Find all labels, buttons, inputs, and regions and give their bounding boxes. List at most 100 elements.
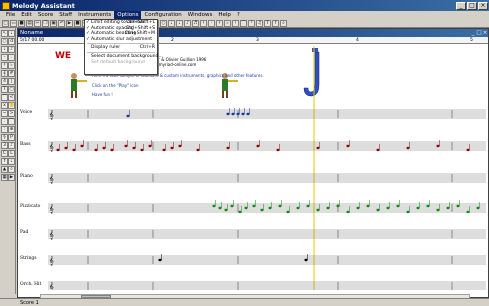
quarter-tool-icon[interactable]: ♩ bbox=[1, 46, 8, 53]
options-menu-item[interactable]: ✓ Automatic slur adjustment bbox=[85, 37, 157, 43]
note-icon[interactable] bbox=[426, 204, 430, 208]
fermata-tool-icon[interactable]: ⌒ bbox=[8, 118, 15, 125]
note-icon[interactable] bbox=[260, 208, 264, 212]
note-icon[interactable] bbox=[316, 208, 320, 212]
half-tool-icon[interactable]: d bbox=[8, 38, 15, 45]
note-icon[interactable] bbox=[346, 210, 350, 214]
dynamic-tool-icon[interactable]: f bbox=[1, 158, 8, 165]
note-icon[interactable] bbox=[140, 148, 144, 152]
note-icon[interactable] bbox=[466, 210, 470, 214]
note-icon[interactable] bbox=[196, 148, 200, 152]
chord-tool-icon[interactable]: C bbox=[1, 150, 8, 157]
note-icon[interactable] bbox=[466, 148, 470, 152]
note-icon[interactable] bbox=[231, 112, 235, 116]
menu-help[interactable]: Help bbox=[215, 11, 234, 19]
whole-note-icon[interactable]: ○ bbox=[160, 19, 167, 27]
note-icon[interactable] bbox=[170, 146, 174, 150]
natural-icon[interactable]: ♮ bbox=[232, 19, 239, 27]
triplet-icon[interactable]: ³ bbox=[248, 19, 255, 27]
note-icon[interactable] bbox=[252, 204, 256, 208]
score-canvas[interactable]: WE Didier & Olivier Guillion 1996 www.my… bbox=[18, 44, 488, 290]
note-icon[interactable] bbox=[64, 146, 68, 150]
menu-configuration[interactable]: Configuration bbox=[141, 11, 184, 19]
note-icon[interactable] bbox=[356, 206, 360, 210]
minimize-icon[interactable]: _ bbox=[456, 1, 466, 10]
key-tool-icon[interactable]: # bbox=[8, 70, 15, 77]
marker-tool-icon[interactable]: ▲ bbox=[1, 166, 8, 173]
open-icon[interactable]: ▭ bbox=[10, 19, 17, 27]
note-icon[interactable] bbox=[162, 148, 166, 152]
note-icon[interactable] bbox=[226, 146, 230, 150]
note-icon[interactable] bbox=[278, 204, 282, 208]
note-icon[interactable] bbox=[456, 204, 460, 208]
new-icon[interactable]: □ bbox=[2, 19, 9, 27]
note-icon[interactable] bbox=[132, 146, 136, 150]
note-icon[interactable] bbox=[244, 206, 248, 210]
dot-icon[interactable]: · bbox=[208, 19, 215, 27]
note-icon[interactable] bbox=[110, 148, 114, 152]
coda-tool-icon[interactable]: ⊕ bbox=[8, 126, 15, 133]
staff-voice[interactable]: Voice 𝄞 bbox=[19, 108, 486, 119]
paste-icon[interactable]: ▣ bbox=[50, 19, 57, 27]
note-icon[interactable] bbox=[366, 204, 370, 208]
zoom-tool-icon[interactable]: ⌕ bbox=[8, 166, 15, 173]
accent-tool-icon[interactable]: > bbox=[8, 110, 15, 117]
whole-tool-icon[interactable]: ○ bbox=[1, 38, 8, 45]
dot-tool-icon[interactable]: . bbox=[8, 54, 15, 61]
graphic-tool-icon[interactable]: ▢ bbox=[8, 86, 15, 93]
trill-tool-icon[interactable]: ~ bbox=[1, 110, 8, 117]
note-icon[interactable] bbox=[476, 206, 480, 210]
note-icon[interactable] bbox=[94, 148, 98, 152]
slur-tool-icon[interactable]: ⌒ bbox=[1, 94, 8, 101]
print-icon[interactable]: ▤ bbox=[26, 19, 33, 27]
stop-icon[interactable]: ■ bbox=[74, 19, 81, 27]
note-icon[interactable] bbox=[158, 258, 162, 262]
staccato-tool-icon[interactable]: . bbox=[1, 118, 8, 125]
note-icon[interactable] bbox=[346, 144, 350, 148]
quarter-note-icon[interactable]: ♩ bbox=[176, 19, 183, 27]
menu-staff[interactable]: Staff bbox=[56, 11, 75, 19]
eighth-note-icon[interactable]: ♪ bbox=[184, 19, 191, 27]
note-icon[interactable] bbox=[230, 204, 234, 208]
undo-icon[interactable]: ↶ bbox=[58, 19, 65, 27]
staff-pad[interactable]: Pad 𝄞 bbox=[20, 229, 486, 239]
menu-[interactable]: ? bbox=[234, 11, 243, 19]
repeat-tool-icon[interactable]: : bbox=[1, 126, 8, 133]
note-icon[interactable] bbox=[406, 146, 410, 150]
document-close-icon[interactable]: × bbox=[482, 29, 488, 37]
note-icon[interactable] bbox=[406, 210, 410, 214]
tie-icon[interactable]: ⌒ bbox=[240, 19, 247, 27]
sixteenth-note-icon[interactable]: ♬ bbox=[192, 19, 199, 27]
note-icon[interactable] bbox=[376, 148, 380, 152]
note-icon[interactable] bbox=[316, 146, 320, 150]
note-icon[interactable] bbox=[72, 148, 76, 152]
save-icon[interactable]: ■ bbox=[18, 19, 25, 27]
hand-tool-icon[interactable]: ✋ bbox=[8, 102, 15, 109]
lyric-icon[interactable]: T bbox=[264, 19, 271, 27]
staff-strings[interactable]: Strings 𝄞 bbox=[20, 254, 486, 265]
lyrics-tool-icon[interactable]: L bbox=[8, 150, 15, 157]
note-icon[interactable] bbox=[80, 144, 84, 148]
staff-bass[interactable]: Bass 𝄞 bbox=[20, 140, 486, 152]
eighth-tool-icon[interactable]: ♪ bbox=[8, 46, 15, 53]
rest-icon[interactable]: 𝄽 bbox=[200, 19, 207, 27]
note-icon[interactable] bbox=[256, 144, 260, 148]
cut-icon[interactable]: ✂ bbox=[34, 19, 41, 27]
menu-file[interactable]: File bbox=[3, 11, 18, 19]
note-icon[interactable] bbox=[396, 204, 400, 208]
note-icon[interactable] bbox=[268, 206, 272, 210]
bar-tool-icon[interactable]: | bbox=[8, 78, 15, 85]
note-icon[interactable] bbox=[226, 112, 230, 116]
menu-windows[interactable]: Windows bbox=[185, 11, 216, 19]
options-menu-item[interactable]: Display ruler Ctrl+R bbox=[85, 45, 157, 51]
sharp-tool-icon[interactable]: ♯ bbox=[1, 62, 8, 69]
menu-score[interactable]: Score bbox=[35, 11, 56, 19]
tempo-tool-icon[interactable]: ♩ bbox=[8, 158, 15, 165]
zoom-icon[interactable]: ⌕ bbox=[280, 19, 287, 27]
chord-icon[interactable]: ♫ bbox=[256, 19, 263, 27]
note-icon[interactable] bbox=[276, 148, 280, 152]
note-icon[interactable] bbox=[218, 206, 222, 210]
note-icon[interactable] bbox=[246, 112, 250, 116]
note-icon[interactable] bbox=[436, 208, 440, 212]
note-icon[interactable] bbox=[416, 206, 420, 210]
